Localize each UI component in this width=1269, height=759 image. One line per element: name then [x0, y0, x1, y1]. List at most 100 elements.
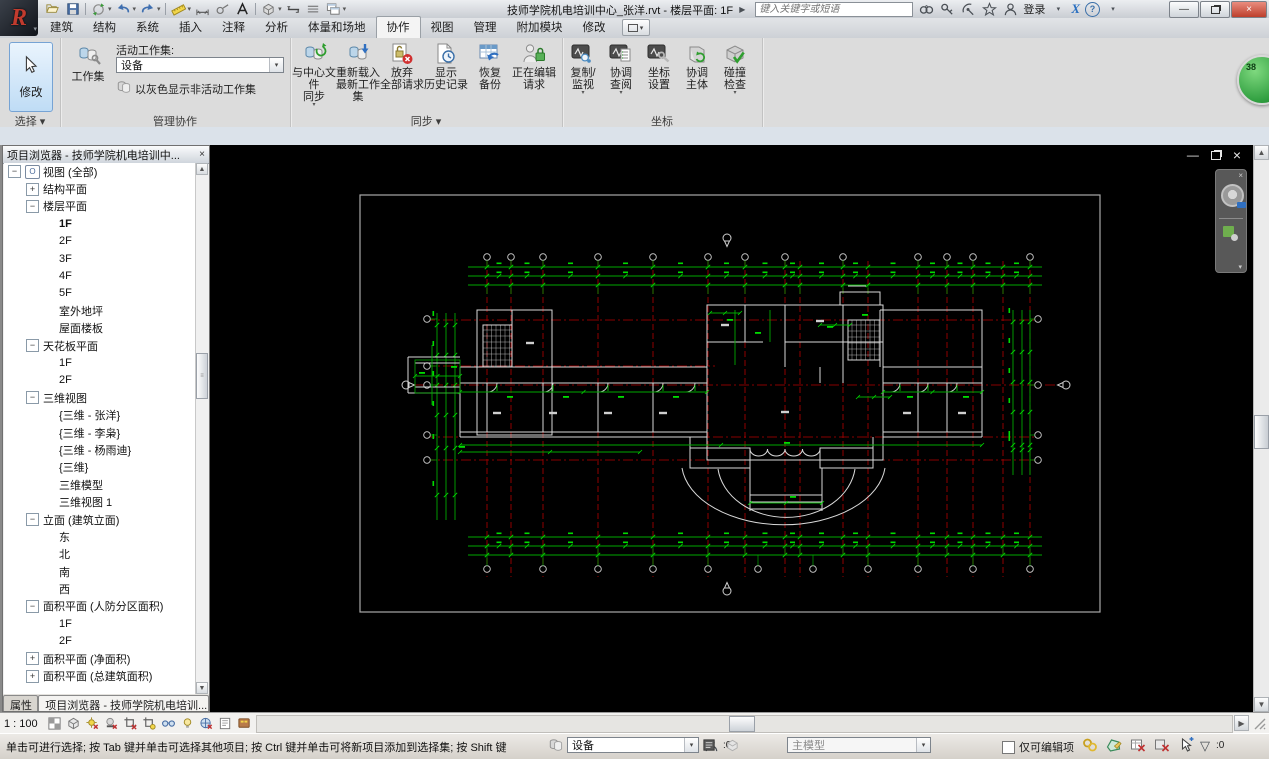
- copy-monitor-button[interactable]: 复制/监视 ▾: [564, 40, 602, 96]
- tag-icon[interactable]: [214, 1, 231, 17]
- tab-add-ins[interactable]: 附加模块: [507, 17, 573, 38]
- ribbon-state-button[interactable]: ▾: [621, 19, 650, 36]
- browser-scrollbar[interactable]: ▲ ≡ ▼: [196, 163, 208, 694]
- tree-item[interactable]: 屋面楼板: [4, 320, 195, 337]
- tree-item[interactable]: + 面积平面 (净面积): [4, 650, 195, 667]
- view-scale[interactable]: 1 : 100: [4, 718, 38, 730]
- restore-button[interactable]: [1200, 1, 1230, 18]
- crop-view-icon[interactable]: [122, 716, 139, 732]
- tree-item[interactable]: {三维}: [4, 459, 195, 476]
- application-menu-button[interactable]: R ▾: [0, 0, 38, 36]
- tree-item[interactable]: 三维视图 1: [4, 493, 195, 510]
- coordination-review-button[interactable]: 协调 查阅 ▾: [602, 40, 640, 96]
- tree-item[interactable]: + 面积平面 (总建筑面积): [4, 667, 195, 684]
- expand-icon[interactable]: +: [26, 652, 39, 666]
- tree-item[interactable]: 三维模型: [4, 476, 195, 493]
- help-icon[interactable]: ?: [1085, 1, 1100, 17]
- view-close-icon[interactable]: ×: [1233, 148, 1241, 162]
- tree-item[interactable]: − 楼层平面: [4, 198, 195, 215]
- sync-with-central-button[interactable]: 与中心文件 同步 ▾: [292, 40, 336, 108]
- tab-manage[interactable]: 管理: [464, 17, 507, 38]
- text-icon[interactable]: [234, 1, 251, 17]
- minimize-button[interactable]: —: [1169, 1, 1199, 18]
- tab-collaborate[interactable]: 协作: [375, 16, 421, 38]
- signin-person-icon[interactable]: [1002, 2, 1018, 17]
- tab-insert[interactable]: 插入: [169, 17, 212, 38]
- tree-item[interactable]: + 结构平面: [4, 180, 195, 197]
- tree-item[interactable]: − 三维视图: [4, 389, 195, 406]
- active-workset-dropdown[interactable]: 设备 ▾: [116, 57, 284, 73]
- save-icon[interactable]: [64, 1, 81, 17]
- tab-architecture[interactable]: 建筑: [40, 17, 83, 38]
- tree-item[interactable]: 3F: [4, 250, 195, 267]
- detail-level-icon[interactable]: [46, 716, 63, 732]
- tree-item[interactable]: − 立面 (建筑立面): [4, 511, 195, 528]
- reload-latest-button[interactable]: 重新载入 最新工作集: [336, 40, 380, 108]
- open-icon[interactable]: [44, 1, 61, 17]
- scrollbar-thumb[interactable]: [729, 716, 755, 732]
- design-option-dropdown[interactable]: 主模型 ▾: [787, 737, 931, 753]
- drawing-canvas[interactable]: — × × ▾: [210, 145, 1253, 712]
- collapse-icon[interactable]: −: [26, 339, 39, 353]
- tree-item[interactable]: 2F: [4, 633, 195, 650]
- selection-filter-icon[interactable]: ▽: [1200, 739, 1210, 752]
- gray-inactive-worksets-toggle[interactable]: 以灰色显示非活动工作集: [116, 80, 256, 97]
- key-icon[interactable]: [939, 2, 955, 17]
- favorites-star-icon[interactable]: [981, 1, 997, 17]
- collapse-icon[interactable]: −: [26, 391, 39, 405]
- tree-item[interactable]: {三维 - 张洋}: [4, 406, 195, 423]
- search-input[interactable]: [755, 1, 914, 17]
- steering-wheel-icon[interactable]: [1221, 184, 1246, 208]
- tab-analyze[interactable]: 分析: [255, 17, 298, 38]
- inactive-options-icon[interactable]: [723, 736, 741, 754]
- chevron-down-icon[interactable]: ▾: [1105, 2, 1121, 17]
- unload-link-icon[interactable]: [1128, 736, 1146, 754]
- undo-icon[interactable]: [115, 1, 132, 17]
- collapse-icon[interactable]: −: [26, 513, 39, 526]
- tree-item[interactable]: − 面积平面 (人防分区面积): [4, 598, 195, 615]
- editing-requests-button[interactable]: 正在编辑 请求: [512, 40, 556, 108]
- show-crop-icon[interactable]: [141, 716, 158, 732]
- close-button[interactable]: ×: [1231, 1, 1267, 18]
- visual-style-icon[interactable]: [65, 716, 82, 732]
- vertical-scrollbar[interactable]: ▲ ▼: [1253, 145, 1269, 712]
- tab-structure[interactable]: 结构: [83, 17, 126, 38]
- chevron-down-icon[interactable]: ▾: [1238, 263, 1242, 271]
- tree-item[interactable]: 西: [4, 580, 195, 597]
- manage-collaboration-panel-label[interactable]: 管理协作: [60, 113, 290, 128]
- collapse-icon[interactable]: −: [26, 599, 39, 613]
- tree-item[interactable]: − 天花板平面: [4, 337, 195, 354]
- editable-only-toggle[interactable]: 仅可编辑项: [1002, 739, 1074, 755]
- relinquish-all-button[interactable]: 放弃 全部请求: [380, 40, 424, 108]
- press-drag-icon[interactable]: [1176, 736, 1194, 754]
- editable-region-icon[interactable]: [1104, 736, 1122, 754]
- tree-item[interactable]: − O 视图 (全部): [4, 163, 195, 180]
- chevron-down-icon[interactable]: ▾: [188, 5, 192, 13]
- tree-item[interactable]: 2F: [4, 233, 195, 250]
- tab-massing-site[interactable]: 体量和场地: [298, 17, 376, 38]
- chevron-down-icon[interactable]: ▾: [1050, 2, 1066, 17]
- reveal-hidden-icon[interactable]: [179, 716, 196, 732]
- scrollbar-thumb[interactable]: [1254, 415, 1269, 449]
- tree-item[interactable]: 2F: [4, 372, 195, 389]
- communication-center-icon[interactable]: [960, 2, 976, 17]
- interference-check-button[interactable]: 碰撞 检查 ▾: [716, 40, 754, 96]
- worksharing-display-icon[interactable]: [198, 716, 215, 732]
- resize-grip[interactable]: [1253, 717, 1267, 731]
- analytical-model-icon[interactable]: [236, 716, 253, 732]
- chevron-down-icon[interactable]: ▾: [157, 5, 161, 13]
- tree-item[interactable]: 1F: [4, 354, 195, 371]
- floor-plan-drawing[interactable]: [210, 145, 1253, 712]
- tree-item[interactable]: 5F: [4, 285, 195, 302]
- tree-item[interactable]: {三维 - 杨雨迪}: [4, 441, 195, 458]
- scroll-right-icon[interactable]: ▶: [1234, 715, 1249, 731]
- restore-backup-button[interactable]: 恢复 备份: [468, 40, 512, 108]
- signin-label[interactable]: 登录: [1023, 1, 1045, 17]
- tree-item[interactable]: 4F: [4, 267, 195, 284]
- synchronize-panel-label[interactable]: 同步 ▾: [290, 113, 562, 128]
- temporary-hide-icon[interactable]: [160, 716, 177, 732]
- scroll-up-icon[interactable]: ▲: [1254, 145, 1269, 160]
- chevron-down-icon[interactable]: ▾: [343, 5, 347, 13]
- editable-only-checkbox[interactable]: [1002, 740, 1015, 754]
- tree-item[interactable]: 1F: [4, 215, 195, 232]
